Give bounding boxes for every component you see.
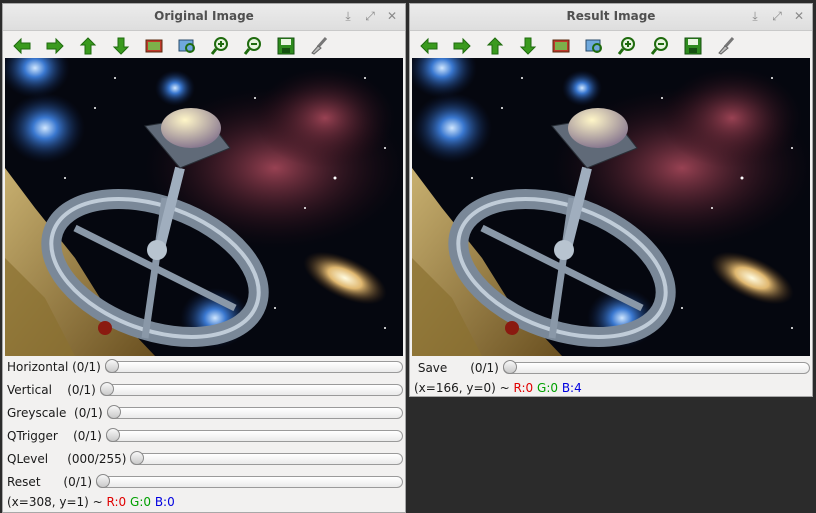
trackbar-label: Greyscale (0/1) xyxy=(7,406,103,420)
arrow-up-icon[interactable] xyxy=(77,35,99,57)
image-icon[interactable] xyxy=(550,35,572,57)
trackbar-label: Save (0/1) xyxy=(417,361,499,375)
trackbar-reset: Reset (0/1) xyxy=(7,471,403,493)
slider-knob[interactable] xyxy=(105,428,120,442)
slider-track[interactable] xyxy=(104,359,403,373)
trackbar-horizontal: Horizontal (0/1) xyxy=(7,356,403,378)
slider-knob[interactable] xyxy=(99,382,114,396)
titlebar[interactable]: Original Image ⤓ ⤢ ✕ xyxy=(3,4,405,31)
zoom-fit-icon[interactable] xyxy=(583,35,605,57)
red-value: R:0 xyxy=(513,381,534,395)
green-value: G:0 xyxy=(537,381,558,395)
trackbar-label: QLevel (000/255) xyxy=(7,452,127,466)
slider-track[interactable] xyxy=(502,360,810,374)
red-value: R:0 xyxy=(106,495,127,509)
slider-track[interactable] xyxy=(105,428,403,442)
cursor-coords: (x=166, y=0) ~ xyxy=(414,381,514,395)
toolbar xyxy=(3,31,405,60)
trackbar-label: Vertical (0/1) xyxy=(7,383,96,397)
close-icon[interactable]: ✕ xyxy=(385,8,399,24)
image-display[interactable] xyxy=(5,58,403,356)
toolbar xyxy=(410,31,812,60)
properties-brush-icon[interactable] xyxy=(715,35,737,57)
trackbar-qlevel: QLevel (000/255) xyxy=(7,448,403,470)
slider-knob[interactable] xyxy=(106,405,121,419)
blue-value: B:4 xyxy=(561,381,582,395)
arrow-up-icon[interactable] xyxy=(484,35,506,57)
arrow-left-icon[interactable] xyxy=(11,35,33,57)
slider-track[interactable] xyxy=(96,474,403,488)
zoom-out-icon[interactable] xyxy=(649,35,671,57)
arrow-down-icon[interactable] xyxy=(110,35,132,57)
pin-icon[interactable]: ⤓ xyxy=(748,8,762,24)
zoom-out-icon[interactable] xyxy=(242,35,264,57)
status-bar: (x=308, y=1) ~ R:0 G:0 B:0 xyxy=(7,495,175,509)
blue-value: B:0 xyxy=(154,495,175,509)
titlebar[interactable]: Result Image ⤓ ⤢ ✕ xyxy=(410,4,812,31)
slider-track[interactable] xyxy=(99,382,403,396)
zoom-in-icon[interactable] xyxy=(209,35,231,57)
image-display[interactable] xyxy=(412,58,810,356)
green-value: G:0 xyxy=(130,495,151,509)
pin-icon[interactable]: ⤓ xyxy=(341,8,355,24)
slider-knob[interactable] xyxy=(502,360,517,374)
original-image-window: Original Image ⤓ ⤢ ✕ Horizontal (0/1) Ve… xyxy=(2,3,406,513)
arrow-left-icon[interactable] xyxy=(418,35,440,57)
trackbar-vertical: Vertical (0/1) xyxy=(7,379,403,401)
trackbar-label: Reset (0/1) xyxy=(7,475,93,489)
arrow-right-icon[interactable] xyxy=(451,35,473,57)
slider-knob[interactable] xyxy=(104,359,119,373)
slider-track[interactable] xyxy=(106,405,403,419)
properties-brush-icon[interactable] xyxy=(308,35,330,57)
arrow-right-icon[interactable] xyxy=(44,35,66,57)
result-image-window: Result Image ⤓ ⤢ ✕ Save (0/1) (x=166, y=… xyxy=(409,3,813,397)
status-bar: (x=166, y=0) ~ R:0 G:0 B:4 xyxy=(414,381,582,395)
maximize-icon[interactable]: ⤢ xyxy=(770,8,784,24)
zoom-fit-icon[interactable] xyxy=(176,35,198,57)
image-icon[interactable] xyxy=(143,35,165,57)
trackbar-greyscale: Greyscale (0/1) xyxy=(7,402,403,424)
save-icon[interactable] xyxy=(682,35,704,57)
slider-knob[interactable] xyxy=(130,451,145,465)
trackbar-label: Horizontal (0/1) xyxy=(7,360,101,374)
trackbar-save: Save (0/1) xyxy=(414,357,810,379)
cursor-coords: (x=308, y=1) ~ xyxy=(7,495,107,509)
slider-knob[interactable] xyxy=(96,474,111,488)
slider-track[interactable] xyxy=(130,451,403,465)
trackbar-qtrigger: QTrigger (0/1) xyxy=(7,425,403,447)
zoom-in-icon[interactable] xyxy=(616,35,638,57)
trackbar-label: QTrigger (0/1) xyxy=(7,429,102,443)
save-icon[interactable] xyxy=(275,35,297,57)
arrow-down-icon[interactable] xyxy=(517,35,539,57)
maximize-icon[interactable]: ⤢ xyxy=(363,8,377,24)
close-icon[interactable]: ✕ xyxy=(792,8,806,24)
